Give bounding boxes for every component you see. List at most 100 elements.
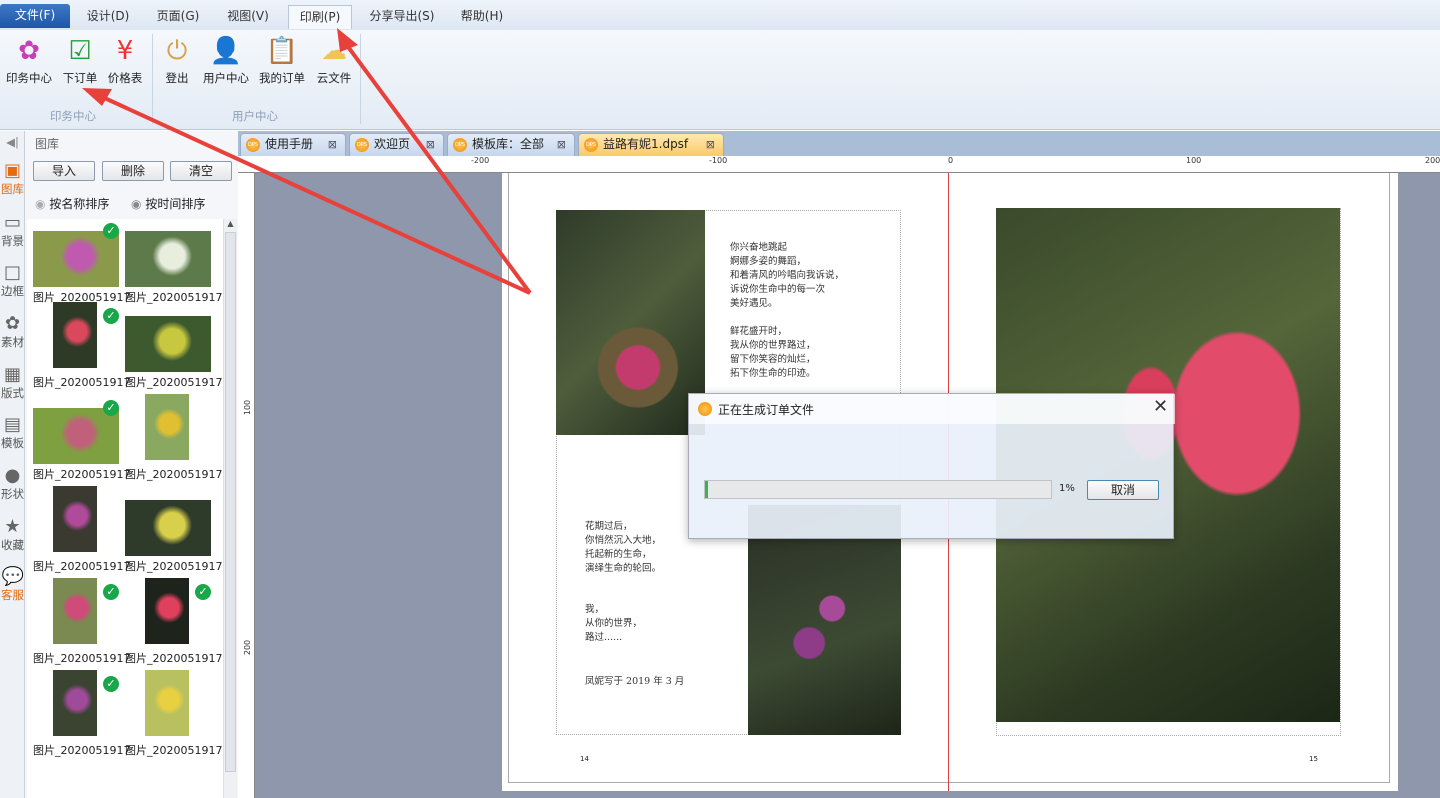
poem-text[interactable]: 你兴奋地跳起 婀娜多姿的舞蹈， 和着清风的吟唱向我诉说， 诉说你生命中的每一次 … <box>730 241 844 381</box>
dps-icon: DPS <box>453 138 467 152</box>
thumbnail-image <box>145 394 189 460</box>
thumbnail-image <box>53 486 97 552</box>
ribbon: ✿ 印务中心 ☑ 下订单 ¥ 价格表 印务中心 ⏻ 登出 👤 用户中心 📋 我的订单 ☁ 云文… <box>0 30 1440 130</box>
ruler-label: -200 <box>471 156 490 165</box>
close-icon[interactable]: ⊠ <box>557 134 566 155</box>
thumbnail-image <box>33 408 119 464</box>
check-icon: ✓ <box>103 308 119 324</box>
tab-welcome[interactable]: DPS 欢迎页 ⊠ <box>349 133 444 156</box>
label: 印务中心 <box>6 71 52 85</box>
strip-border[interactable]: □ 边框 <box>0 263 25 299</box>
clear-button[interactable]: 清空 <box>170 161 232 181</box>
cloud-icon: ☁ <box>321 36 347 66</box>
thumbnail-caption: 图片_2020051917 <box>33 376 131 389</box>
label: 云文件 <box>316 71 352 85</box>
menu-help[interactable]: 帮助(H) <box>450 5 514 29</box>
poem-text[interactable]: 花期过后， 你悄然沉入大地， 托起新的生命， 演绎生命的轮回。 <box>585 520 661 576</box>
ruler-label: -100 <box>709 156 728 165</box>
menu-page[interactable]: 页面(G) <box>146 5 210 29</box>
strip-gallery[interactable]: ▣ 图库 <box>0 161 25 197</box>
tab-document[interactable]: DPS 益路有妮1.dpsf ⊠ <box>578 133 724 156</box>
side-strip: ◀| ▣ 图库 ▭ 背景 □ 边框 ✿ 素材 ▦ 版式 ▤ 模板 ● 形状 ★ 收藏 💬 客服 <box>0 131 25 798</box>
thumbnail-image <box>53 670 97 736</box>
clipboard-icon: 📋 <box>265 36 299 66</box>
hanging-basket-photo[interactable] <box>556 210 705 435</box>
price-list-button[interactable]: ¥ 价格表 <box>101 36 149 86</box>
horizontal-ruler: -200 -100 0 100 200 <box>238 156 1440 173</box>
strip-template[interactable]: ▤ 模板 <box>0 415 25 451</box>
menu-file[interactable]: 文件(F) <box>0 4 70 28</box>
dialog-title: 正在生成订单文件 <box>718 403 815 417</box>
orchid-photo[interactable] <box>748 505 901 735</box>
thumbnail-image <box>125 231 211 287</box>
menu-print[interactable]: 印刷(P) <box>288 5 352 29</box>
user-icon: 👤 <box>209 36 243 66</box>
ruler-label: 100 <box>243 399 253 416</box>
thumbnail-caption: 图片_2020051917 <box>125 468 223 481</box>
close-icon[interactable]: ⊠ <box>328 134 337 155</box>
delete-button[interactable]: 删除 <box>102 161 164 181</box>
ruler-label: 0 <box>948 156 954 165</box>
progress-percent: 1% <box>1059 483 1075 494</box>
user-center-button[interactable]: 👤 用户中心 <box>202 36 250 86</box>
close-icon[interactable]: ⊠ <box>706 134 715 155</box>
group-label-print: 印务中心 <box>50 109 96 123</box>
panel-title: 图库 <box>35 137 60 151</box>
thumbnail-caption: 图片_2020051917 <box>33 652 131 665</box>
sort-by-time-radio[interactable]: ◉ 按时间排序 <box>131 195 205 212</box>
place-order-button[interactable]: ☑ 下订单 <box>56 36 104 86</box>
sort-by-name-radio[interactable]: ◉ 按名称排序 <box>35 195 109 212</box>
background-icon: ▭ <box>3 212 21 233</box>
strip-layout[interactable]: ▦ 版式 <box>0 365 25 401</box>
thumbnail-image <box>125 500 211 556</box>
thumbnail-image <box>53 302 97 368</box>
import-button[interactable]: 导入 <box>33 161 95 181</box>
ruler-label: 200 <box>1425 156 1440 165</box>
thumbnail-caption: 图片_2020051917 <box>125 744 223 757</box>
cancel-button[interactable]: 取消 <box>1087 480 1159 500</box>
print-center-button[interactable]: ✿ 印务中心 <box>5 36 53 86</box>
strip-favorites[interactable]: ★ 收藏 <box>0 517 25 553</box>
vertical-ruler: 100 200 <box>238 173 255 798</box>
menu-share-export[interactable]: 分享导出(S) <box>360 5 444 29</box>
strip-shape[interactable]: ● 形状 <box>0 466 25 502</box>
close-icon[interactable]: ⊠ <box>426 134 435 155</box>
signature-text[interactable]: 凤妮写于 2019 年 3 月 <box>585 675 684 689</box>
menu-design[interactable]: 设计(D) <box>76 5 140 29</box>
thumbnail-caption: 图片_2020051917 <box>125 560 223 573</box>
tab-manual[interactable]: DPS 使用手册 ⊠ <box>240 133 346 156</box>
strip-service[interactable]: 💬 客服 <box>0 567 25 603</box>
thumbnail-image <box>125 316 211 372</box>
check-icon: ✓ <box>103 400 119 416</box>
yen-icon: ¥ <box>116 36 134 66</box>
label: 登出 <box>165 71 189 85</box>
dps-icon: DPS <box>246 138 260 152</box>
progress-dialog: 正在生成订单文件 ✕ 1% 取消 <box>688 393 1175 539</box>
scrollbar[interactable]: ▲ <box>223 219 237 798</box>
tab-template-library[interactable]: DPS 模板库：全部 ⊠ <box>447 133 575 156</box>
label: 我的订单 <box>259 71 305 85</box>
thumbnail-image <box>53 578 97 644</box>
collapse-panel-icon[interactable]: ◀| <box>0 135 25 149</box>
thumbnail-caption: 图片_2020051917 <box>125 652 223 665</box>
thumbnail-caption: 图片_2020051917 <box>33 468 131 481</box>
my-orders-button[interactable]: 📋 我的订单 <box>258 36 306 86</box>
strip-material[interactable]: ✿ 素材 <box>0 314 25 350</box>
page-number: 15 <box>1309 755 1318 763</box>
check-icon: ✓ <box>195 584 211 600</box>
check-icon: ✓ <box>103 676 119 692</box>
scrollbar-thumb[interactable] <box>225 232 236 772</box>
check-icon: ✓ <box>103 223 119 239</box>
page-number: 14 <box>580 755 589 763</box>
cloud-files-button[interactable]: ☁ 云文件 <box>310 36 358 86</box>
poem-text[interactable]: 我， 从你的世界， 路过...... <box>585 603 642 645</box>
close-icon[interactable]: ✕ <box>1153 396 1168 417</box>
label: 用户中心 <box>203 71 249 85</box>
strip-background[interactable]: ▭ 背景 <box>0 213 25 249</box>
group-label-user: 用户中心 <box>232 109 278 123</box>
menu-bar: 文件(F) 设计(D) 页面(G) 视图(V) 印刷(P) 分享导出(S) 帮助… <box>0 0 1440 30</box>
thumbnail-image <box>33 231 119 287</box>
thumbnail-caption: 图片_2020051917 <box>33 744 131 757</box>
logout-button[interactable]: ⏻ 登出 <box>153 36 201 86</box>
menu-view[interactable]: 视图(V) <box>216 5 280 29</box>
